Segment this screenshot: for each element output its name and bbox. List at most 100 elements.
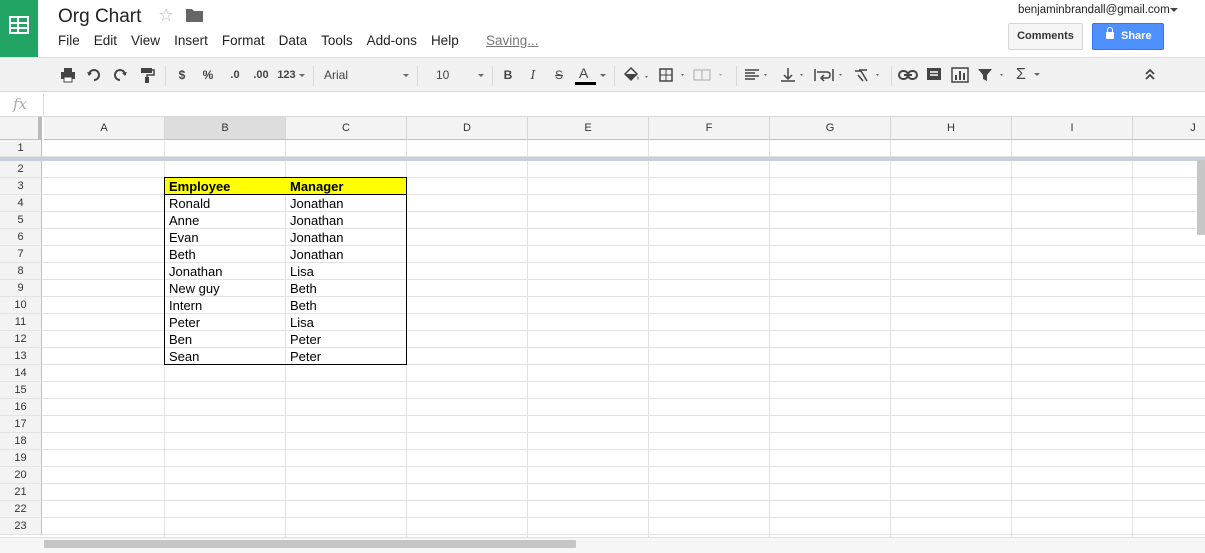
column-header-i[interactable]: I [1012, 117, 1133, 140]
column-header-g[interactable]: G [770, 117, 891, 140]
merge-cells-icon[interactable] [691, 64, 727, 86]
insert-link-icon[interactable] [897, 64, 919, 86]
column-header-e[interactable]: E [528, 117, 649, 140]
manager-cell[interactable]: Beth [286, 280, 407, 297]
row-header-11[interactable]: 11 [0, 314, 42, 331]
save-status[interactable]: Saving... [486, 33, 539, 48]
manager-cell[interactable]: Peter [286, 348, 407, 365]
row-header-3[interactable]: 3 [0, 178, 42, 195]
employee-cell[interactable]: Beth [165, 246, 286, 263]
column-header-a[interactable]: A [44, 117, 165, 140]
header-cell-employee[interactable]: Employee [165, 178, 286, 195]
menu-addons[interactable]: Add-ons [367, 33, 417, 49]
employee-cell[interactable]: New guy [165, 280, 286, 297]
folder-icon[interactable] [186, 8, 203, 22]
redo-icon[interactable] [110, 64, 130, 86]
row-header-2[interactable]: 2 [0, 161, 42, 178]
select-all-corner[interactable] [0, 117, 42, 140]
row-header-16[interactable]: 16 [0, 399, 42, 416]
menu-view[interactable]: View [131, 33, 160, 49]
manager-cell[interactable]: Peter [286, 331, 407, 348]
increase-decimals-button[interactable]: .00 [250, 64, 272, 86]
collapse-toolbar-icon[interactable] [1140, 64, 1160, 86]
row-header-22[interactable]: 22 [0, 501, 42, 518]
insert-comment-icon[interactable] [924, 64, 944, 86]
menu-help[interactable]: Help [431, 33, 459, 49]
text-color-button[interactable]: A [575, 64, 607, 86]
row-header-7[interactable]: 7 [0, 246, 42, 263]
horizontal-align-icon[interactable] [742, 64, 772, 86]
functions-button[interactable]: Σ [1013, 64, 1045, 86]
borders-icon[interactable] [657, 64, 689, 86]
employee-cell[interactable]: Ronald [165, 195, 286, 212]
currency-format-button[interactable]: $ [173, 64, 191, 86]
menu-file[interactable]: File [58, 33, 80, 49]
row-header-17[interactable]: 17 [0, 416, 42, 433]
column-header-f[interactable]: F [649, 117, 770, 140]
employee-cell[interactable]: Anne [165, 212, 286, 229]
menu-data[interactable]: Data [279, 33, 308, 49]
manager-cell[interactable]: Jonathan [286, 195, 407, 212]
manager-cell[interactable]: Jonathan [286, 229, 407, 246]
manager-cell[interactable]: Jonathan [286, 212, 407, 229]
row-header-9[interactable]: 9 [0, 280, 42, 297]
menu-tools[interactable]: Tools [321, 33, 353, 49]
bold-button[interactable]: B [499, 64, 517, 86]
text-wrapping-icon[interactable] [812, 64, 848, 86]
row-header-1[interactable]: 1 [0, 140, 42, 157]
percent-format-button[interactable]: % [198, 64, 218, 86]
row-header-4[interactable]: 4 [0, 195, 42, 212]
row-header-19[interactable]: 19 [0, 450, 42, 467]
text-rotation-icon[interactable] [852, 64, 884, 86]
font-family-select[interactable]: Arial [320, 64, 410, 86]
vertical-scrollbar[interactable] [1197, 160, 1205, 235]
insert-chart-icon[interactable] [949, 64, 971, 86]
row-header-21[interactable]: 21 [0, 484, 42, 501]
menu-insert[interactable]: Insert [174, 33, 208, 49]
row-header-23[interactable]: 23 [0, 518, 42, 535]
account-email[interactable]: benjaminbrandall@gmail.com [1018, 4, 1170, 16]
decrease-decimals-button[interactable]: .0 [224, 64, 246, 86]
filter-icon[interactable] [976, 64, 1008, 86]
column-header-h[interactable]: H [891, 117, 1012, 140]
employee-cell[interactable]: Ben [165, 331, 286, 348]
frozen-row-divider[interactable] [0, 157, 1205, 161]
formula-input[interactable] [43, 94, 1203, 115]
fill-color-icon[interactable] [621, 64, 651, 86]
employee-cell[interactable]: Sean [165, 348, 286, 365]
star-icon[interactable]: ☆ [158, 5, 174, 26]
header-cell-manager[interactable]: Manager [286, 178, 407, 195]
account-dropdown-icon[interactable] [1170, 8, 1178, 12]
italic-button[interactable]: I [524, 64, 542, 86]
sheets-logo-icon[interactable] [0, 0, 38, 57]
manager-cell[interactable]: Lisa [286, 263, 407, 280]
horizontal-scrollbar[interactable] [44, 540, 576, 548]
row-header-8[interactable]: 8 [0, 263, 42, 280]
menu-format[interactable]: Format [222, 33, 265, 49]
more-formats-button[interactable]: 123 [275, 64, 307, 86]
row-header-18[interactable]: 18 [0, 433, 42, 450]
spreadsheet-grid[interactable]: ABCDEFGHIJ 1 2 3 4 5 6 7 8 9 10 11 12 13 14 15 16 17 18 19… [0, 117, 1205, 553]
print-icon[interactable] [58, 64, 78, 86]
row-header-15[interactable]: 15 [0, 382, 42, 399]
row-header-10[interactable]: 10 [0, 297, 42, 314]
manager-cell[interactable]: Jonathan [286, 246, 407, 263]
employee-cell[interactable]: Intern [165, 297, 286, 314]
row-header-14[interactable]: 14 [0, 365, 42, 382]
row-header-20[interactable]: 20 [0, 467, 42, 484]
undo-icon[interactable] [84, 64, 104, 86]
manager-cell[interactable]: Lisa [286, 314, 407, 331]
comments-button[interactable]: Comments [1008, 23, 1083, 50]
employee-cell[interactable]: Peter [165, 314, 286, 331]
column-header-j[interactable]: J [1133, 117, 1205, 140]
row-header-13[interactable]: 13 [0, 348, 42, 365]
employee-cell[interactable]: Evan [165, 229, 286, 246]
manager-cell[interactable]: Beth [286, 297, 407, 314]
employee-cell[interactable]: Jonathan [165, 263, 286, 280]
strikethrough-button[interactable]: S [550, 64, 568, 86]
document-title[interactable]: Org Chart [58, 6, 141, 28]
column-header-c[interactable]: C [286, 117, 407, 140]
paint-format-icon[interactable] [137, 64, 157, 86]
row-header-12[interactable]: 12 [0, 331, 42, 348]
row-header-6[interactable]: 6 [0, 229, 42, 246]
